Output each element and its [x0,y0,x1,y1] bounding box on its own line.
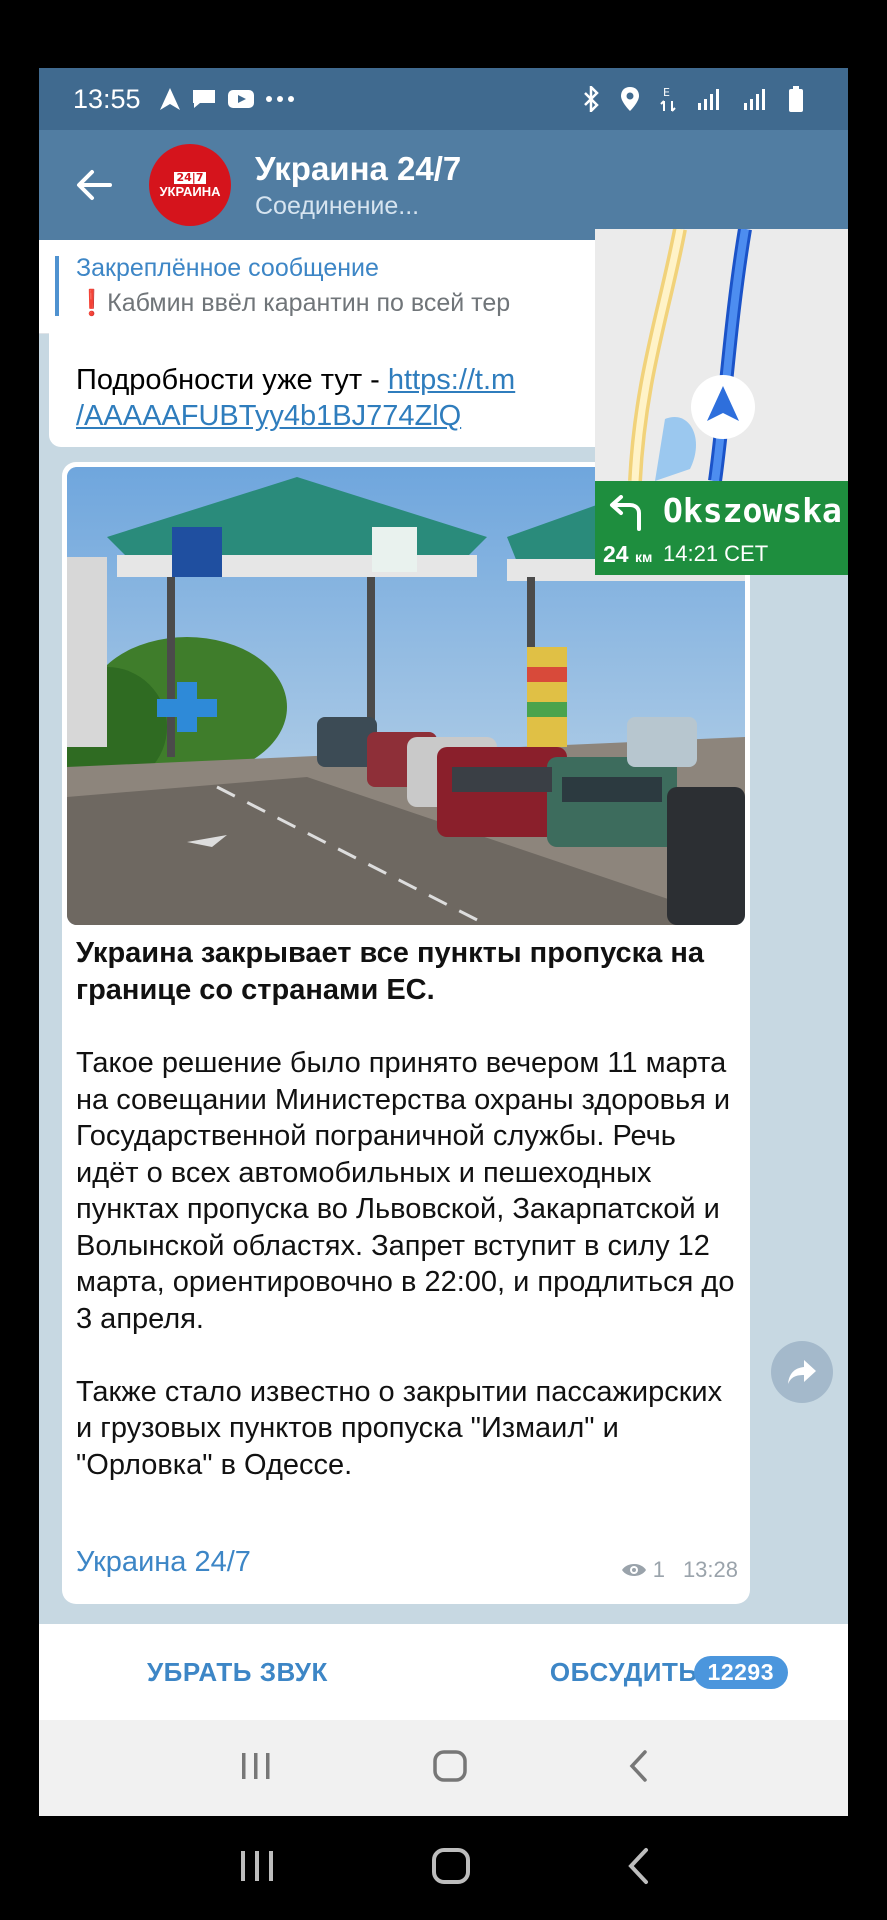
pinned-indicator [55,256,59,316]
post-headline: Украина закрывает все пункты пропуска на… [76,937,705,1006]
share-button[interactable] [771,1341,833,1403]
home-icon[interactable] [432,1749,468,1787]
channel-title-box[interactable]: Украина 24/7 Соединение... [255,150,461,221]
channel-avatar[interactable]: 24|7 УКРАИНА [149,144,231,226]
navigation-widget[interactable]: Okszowska 24 км 14:21 CET [595,229,848,575]
home-icon-outer[interactable] [431,1847,471,1889]
youtube-icon [227,89,255,109]
nav-distance-value: 24 [603,541,629,567]
navigation-map [595,229,848,482]
bluetooth-icon [582,86,600,112]
avatar-logo-bottom: УКРАИНА [159,183,221,199]
previous-message-text: Подробности уже тут - https://t.m /AAAAA… [76,362,515,434]
post-paragraph-1: Такое решение было принято вечером 11 ма… [76,1047,735,1335]
post-signature: Украина 24/7 [76,1546,251,1578]
location-icon [620,86,640,112]
nav-street-name: Okszowska [663,491,842,530]
pinned-text: Кабмин ввёл карантин по всей тер [107,289,511,317]
message-icon [191,88,217,110]
back-button[interactable] [39,130,149,240]
recent-apps-icon[interactable] [239,1751,273,1785]
discuss-button[interactable]: ОБСУДИТЬ 12293 [549,1655,848,1689]
back-arrow-icon [77,170,112,200]
discuss-label: ОБСУДИТЬ [549,1656,698,1687]
battery-icon [788,85,804,113]
post-paragraph-2: Также стало известно о закрытии пассажир… [76,1375,723,1481]
system-nav-bar-outer [0,1816,887,1920]
exclamation-icon: ❗ [76,289,108,317]
chat-header: 24|7 УКРАИНА Украина 24/7 Соединение... [39,130,848,240]
view-count: 1 [652,1557,665,1582]
post-meta: 1 13:28 [621,1557,738,1583]
mute-button[interactable]: УБРАТЬ ЗВУК [147,1657,328,1688]
status-time: 13:55 [73,83,141,114]
channel-actions-bar: УБРАТЬ ЗВУК ОБСУДИТЬ 12293 [39,1624,848,1720]
channel-name: Украина 24/7 [255,149,462,187]
discuss-count-badge: 12293 [693,1655,788,1689]
nav-distance: 24 км [603,541,652,568]
nav-eta: 14:21 CET [663,541,769,566]
signal-icon [696,87,722,111]
details-link-cont[interactable]: /AAAAAFUBTyy4b1BJ774ZlQ [76,400,461,432]
turn-left-icon [610,495,641,531]
connection-status: Соединение... [255,191,420,220]
avatar-logo-top: 24|7 [173,171,207,184]
phone-screen: 13:55 E 24|7 УКРАИНА Украина 24/7 Соедин… [39,68,848,1816]
signal-icon-2 [742,87,768,111]
navigation-panel: Okszowska 24 км 14:21 CET [595,481,848,575]
navigation-icon [159,87,181,111]
eye-icon [621,1564,646,1576]
svg-text:E: E [663,86,670,99]
status-bar: 13:55 E [39,68,848,130]
system-nav-bar-inner [39,1720,848,1816]
post-body: Такое решение было принято вечером 11 ма… [76,1045,746,1483]
nav-distance-unit: км [634,549,653,565]
channel-post: Украина закрывает все пункты пропуска на… [62,462,750,1604]
previous-message-prefix: Подробности уже тут - [76,364,388,396]
share-icon [788,1360,816,1384]
more-icon [265,95,295,103]
details-link[interactable]: https://t.m [388,364,515,396]
nav-back-icon-outer[interactable] [626,1847,650,1889]
data-e-icon: E [660,85,676,113]
post-time: 13:28 [682,1557,738,1582]
nav-back-icon[interactable] [627,1749,649,1787]
pinned-title: Закреплённое сообщение [76,254,379,282]
pinned-text-line: ❗Кабмин ввёл карантин по всей тер [76,289,510,318]
recent-apps-icon-outer[interactable] [238,1849,276,1887]
